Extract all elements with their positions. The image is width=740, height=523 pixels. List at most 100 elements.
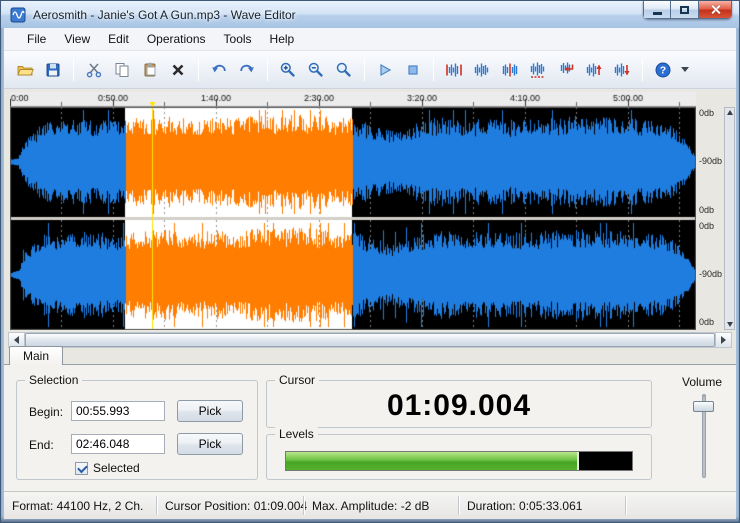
copy-button[interactable]	[109, 57, 135, 83]
delete-button[interactable]	[165, 57, 191, 83]
help-button[interactable]: ?	[650, 57, 676, 83]
play-icon	[376, 61, 394, 79]
chevron-down-icon	[681, 67, 689, 72]
wave-marker-up-button[interactable]	[581, 57, 607, 83]
status-bar: Format: 44100 Hz, 2 Ch. Cursor Position:…	[4, 491, 736, 519]
delete-x-icon	[169, 61, 187, 79]
status-cursor-position: Cursor Position: 01:09.004	[157, 492, 303, 519]
scroll-right-icon	[721, 336, 726, 344]
undo-button[interactable]	[206, 57, 232, 83]
wave-marker-down-button[interactable]	[609, 57, 635, 83]
status-max-amplitude: Max. Amplitude: -2 dB	[304, 492, 458, 519]
selected-checkbox-label: Selected	[93, 461, 140, 475]
wave-split-button[interactable]	[497, 57, 523, 83]
waveform-arrow-down-left-icon	[557, 61, 575, 79]
volume-label: Volume	[662, 375, 740, 389]
begin-time-input[interactable]	[71, 401, 165, 421]
toolbar-separator	[198, 58, 199, 81]
scroll-up-icon[interactable]	[727, 110, 733, 115]
begin-label: Begin:	[29, 405, 63, 419]
zoom-reset-button[interactable]	[331, 57, 357, 83]
scissors-icon	[85, 61, 103, 79]
magnifier-plus-icon	[279, 61, 297, 79]
zoom-out-button[interactable]	[303, 57, 329, 83]
svg-text:?: ?	[660, 64, 666, 76]
menu-file[interactable]: File	[18, 29, 55, 49]
menu-tools[interactable]: Tools	[215, 29, 261, 49]
selected-checkbox[interactable]	[75, 462, 88, 475]
toolbar-separator	[267, 58, 268, 81]
tab-main[interactable]: Main	[9, 346, 63, 365]
status-divider	[625, 496, 626, 515]
levels-group-title: Levels	[275, 427, 318, 441]
scroll-left-button[interactable]	[9, 333, 25, 347]
paste-button[interactable]	[137, 57, 163, 83]
play-button[interactable]	[372, 57, 398, 83]
pick-begin-button[interactable]: Pick	[177, 400, 243, 422]
help-icon: ?	[654, 61, 672, 79]
maximize-button[interactable]	[671, 1, 699, 19]
minimize-icon	[653, 12, 662, 15]
vertical-zoom-scrollbar[interactable]	[724, 107, 735, 330]
floppy-disk-icon	[44, 61, 62, 79]
waveform-split-icon	[501, 61, 519, 79]
open-button[interactable]	[12, 57, 38, 83]
close-icon	[710, 4, 721, 15]
pick-end-button[interactable]: Pick	[177, 433, 243, 455]
horizontal-scrollbar[interactable]	[8, 332, 732, 348]
waveform-canvas[interactable]	[10, 92, 696, 330]
menu-edit[interactable]: Edit	[99, 29, 138, 49]
redo-arrow-icon	[238, 61, 256, 79]
horizontal-scrollbar-thumb[interactable]	[25, 333, 715, 347]
level-meter-fill	[286, 452, 577, 470]
level-meter-peak-marker	[577, 452, 579, 470]
waveform-icon	[473, 61, 491, 79]
minimize-button[interactable]	[643, 1, 671, 19]
magnifier-minus-icon	[307, 61, 325, 79]
menu-view[interactable]: View	[55, 29, 99, 49]
magnifier-icon	[335, 61, 353, 79]
toolbar-separator	[642, 58, 643, 81]
title-bar: Aerosmith - Janie's Got A Gun.mp3 - Wave…	[1, 1, 739, 28]
waveform-arrow-down-icon	[613, 61, 631, 79]
window-title: Aerosmith - Janie's Got A Gun.mp3 - Wave…	[33, 8, 296, 22]
level-meter	[285, 451, 633, 471]
stop-icon	[404, 61, 422, 79]
cursor-groupbox: Cursor 01:09.004	[266, 380, 652, 428]
selection-groupbox: Selection Begin: Pick End: Pick Selected	[16, 380, 258, 480]
volume-slider-thumb[interactable]	[693, 401, 714, 412]
wave-selection-button[interactable]	[441, 57, 467, 83]
scroll-right-button[interactable]	[715, 333, 731, 347]
undo-arrow-icon	[210, 61, 228, 79]
wave-editor-window: Aerosmith - Janie's Got A Gun.mp3 - Wave…	[0, 0, 740, 523]
toolbar-separator	[433, 58, 434, 81]
cursor-group-title: Cursor	[275, 373, 319, 387]
scroll-left-icon	[14, 336, 19, 344]
wave-view-all-button[interactable]	[469, 57, 495, 83]
end-time-input[interactable]	[71, 434, 165, 454]
menu-help[interactable]: Help	[261, 29, 304, 49]
scroll-down-icon[interactable]	[727, 322, 733, 327]
wave-mark-button[interactable]	[525, 57, 551, 83]
folder-open-icon	[16, 61, 34, 79]
stop-button[interactable]	[400, 57, 426, 83]
maximize-icon	[680, 6, 689, 14]
toolbar: ?	[4, 51, 736, 89]
menu-operations[interactable]: Operations	[138, 29, 215, 49]
toolbar-options-dropdown[interactable]	[678, 57, 692, 83]
cursor-position-readout: 01:09.004	[267, 389, 651, 423]
status-format: Format: 44100 Hz, 2 Ch.	[4, 492, 156, 519]
copy-icon	[113, 61, 131, 79]
selection-group-title: Selection	[25, 373, 82, 387]
toolbar-separator	[73, 58, 74, 81]
zoom-in-button[interactable]	[275, 57, 301, 83]
wave-cursor-left-button[interactable]	[553, 57, 579, 83]
redo-button[interactable]	[234, 57, 260, 83]
waveform-arrow-up-icon	[585, 61, 603, 79]
waveform-red-dashes-icon	[529, 61, 547, 79]
levels-groupbox: Levels	[266, 434, 652, 480]
cut-button[interactable]	[81, 57, 107, 83]
save-button[interactable]	[40, 57, 66, 83]
waveform-brackets-icon	[445, 61, 463, 79]
close-button[interactable]	[699, 1, 732, 19]
